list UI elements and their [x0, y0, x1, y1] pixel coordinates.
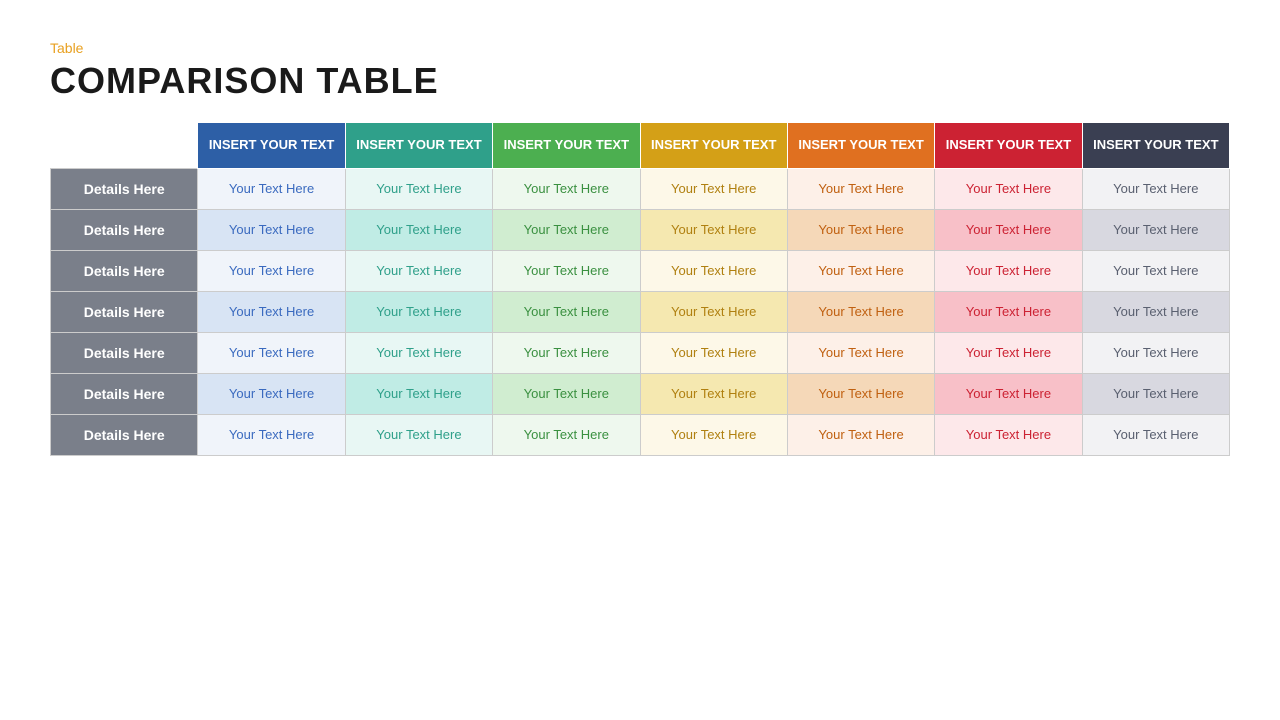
cell-r5-c4[interactable]: Your Text Here — [787, 373, 934, 414]
table-row: Details HereYour Text HereYour Text Here… — [51, 209, 1230, 250]
cell-r0-c4[interactable]: Your Text Here — [787, 168, 934, 209]
col-header-dark: INSERT YOUR TEXT — [1082, 123, 1229, 169]
cell-r4-c1[interactable]: Your Text Here — [345, 332, 492, 373]
cell-r6-c6[interactable]: Your Text Here — [1082, 414, 1229, 455]
cell-r6-c4[interactable]: Your Text Here — [787, 414, 934, 455]
cell-r1-c1[interactable]: Your Text Here — [345, 209, 492, 250]
cell-r2-c5[interactable]: Your Text Here — [935, 250, 1082, 291]
col-header-yellow: INSERT YOUR TEXT — [640, 123, 787, 169]
cell-r5-c1[interactable]: Your Text Here — [345, 373, 492, 414]
table-row: Details HereYour Text HereYour Text Here… — [51, 291, 1230, 332]
header: Table COMPARISON TABLE — [50, 40, 1230, 102]
cell-r1-c0[interactable]: Your Text Here — [198, 209, 345, 250]
page: Table COMPARISON TABLE INSERT YOUR TEXTI… — [0, 0, 1280, 720]
cell-r0-c5[interactable]: Your Text Here — [935, 168, 1082, 209]
cell-r3-c3[interactable]: Your Text Here — [640, 291, 787, 332]
cell-r5-c0[interactable]: Your Text Here — [198, 373, 345, 414]
cell-r2-c2[interactable]: Your Text Here — [493, 250, 640, 291]
cell-r5-c5[interactable]: Your Text Here — [935, 373, 1082, 414]
cell-r1-c5[interactable]: Your Text Here — [935, 209, 1082, 250]
cell-r4-c2[interactable]: Your Text Here — [493, 332, 640, 373]
page-title: COMPARISON TABLE — [50, 60, 1230, 102]
cell-r6-c0[interactable]: Your Text Here — [198, 414, 345, 455]
cell-r4-c0[interactable]: Your Text Here — [198, 332, 345, 373]
cell-r2-c3[interactable]: Your Text Here — [640, 250, 787, 291]
header-label: Table — [50, 40, 1230, 56]
row-label-2: Details Here — [51, 250, 198, 291]
cell-r0-c0[interactable]: Your Text Here — [198, 168, 345, 209]
table-row: Details HereYour Text HereYour Text Here… — [51, 414, 1230, 455]
table-container: INSERT YOUR TEXTINSERT YOUR TEXTINSERT Y… — [50, 122, 1230, 690]
cell-r4-c6[interactable]: Your Text Here — [1082, 332, 1229, 373]
cell-r0-c1[interactable]: Your Text Here — [345, 168, 492, 209]
cell-r1-c4[interactable]: Your Text Here — [787, 209, 934, 250]
cell-r2-c0[interactable]: Your Text Here — [198, 250, 345, 291]
col-header-green: INSERT YOUR TEXT — [493, 123, 640, 169]
cell-r6-c3[interactable]: Your Text Here — [640, 414, 787, 455]
cell-r3-c0[interactable]: Your Text Here — [198, 291, 345, 332]
table-row: Details HereYour Text HereYour Text Here… — [51, 168, 1230, 209]
cell-r6-c2[interactable]: Your Text Here — [493, 414, 640, 455]
cell-r2-c4[interactable]: Your Text Here — [787, 250, 934, 291]
cell-r5-c2[interactable]: Your Text Here — [493, 373, 640, 414]
comparison-table: INSERT YOUR TEXTINSERT YOUR TEXTINSERT Y… — [50, 122, 1230, 456]
cell-r1-c6[interactable]: Your Text Here — [1082, 209, 1229, 250]
cell-r3-c4[interactable]: Your Text Here — [787, 291, 934, 332]
cell-r2-c6[interactable]: Your Text Here — [1082, 250, 1229, 291]
cell-r1-c3[interactable]: Your Text Here — [640, 209, 787, 250]
cell-r0-c2[interactable]: Your Text Here — [493, 168, 640, 209]
table-row: Details HereYour Text HereYour Text Here… — [51, 332, 1230, 373]
cell-r5-c3[interactable]: Your Text Here — [640, 373, 787, 414]
row-label-5: Details Here — [51, 373, 198, 414]
row-label-1: Details Here — [51, 209, 198, 250]
row-label-6: Details Here — [51, 414, 198, 455]
row-label-0: Details Here — [51, 168, 198, 209]
cell-r4-c5[interactable]: Your Text Here — [935, 332, 1082, 373]
cell-r3-c5[interactable]: Your Text Here — [935, 291, 1082, 332]
cell-r0-c6[interactable]: Your Text Here — [1082, 168, 1229, 209]
col-header-red: INSERT YOUR TEXT — [935, 123, 1082, 169]
row-label-4: Details Here — [51, 332, 198, 373]
cell-r3-c1[interactable]: Your Text Here — [345, 291, 492, 332]
table-row: Details HereYour Text HereYour Text Here… — [51, 373, 1230, 414]
col-header-teal: INSERT YOUR TEXT — [345, 123, 492, 169]
header-empty-cell — [51, 123, 198, 169]
cell-r0-c3[interactable]: Your Text Here — [640, 168, 787, 209]
cell-r3-c6[interactable]: Your Text Here — [1082, 291, 1229, 332]
cell-r1-c2[interactable]: Your Text Here — [493, 209, 640, 250]
cell-r5-c6[interactable]: Your Text Here — [1082, 373, 1229, 414]
cell-r4-c4[interactable]: Your Text Here — [787, 332, 934, 373]
cell-r2-c1[interactable]: Your Text Here — [345, 250, 492, 291]
cell-r3-c2[interactable]: Your Text Here — [493, 291, 640, 332]
cell-r4-c3[interactable]: Your Text Here — [640, 332, 787, 373]
col-header-blue: INSERT YOUR TEXT — [198, 123, 345, 169]
row-label-3: Details Here — [51, 291, 198, 332]
col-header-orange: INSERT YOUR TEXT — [787, 123, 934, 169]
cell-r6-c5[interactable]: Your Text Here — [935, 414, 1082, 455]
cell-r6-c1[interactable]: Your Text Here — [345, 414, 492, 455]
table-row: Details HereYour Text HereYour Text Here… — [51, 250, 1230, 291]
